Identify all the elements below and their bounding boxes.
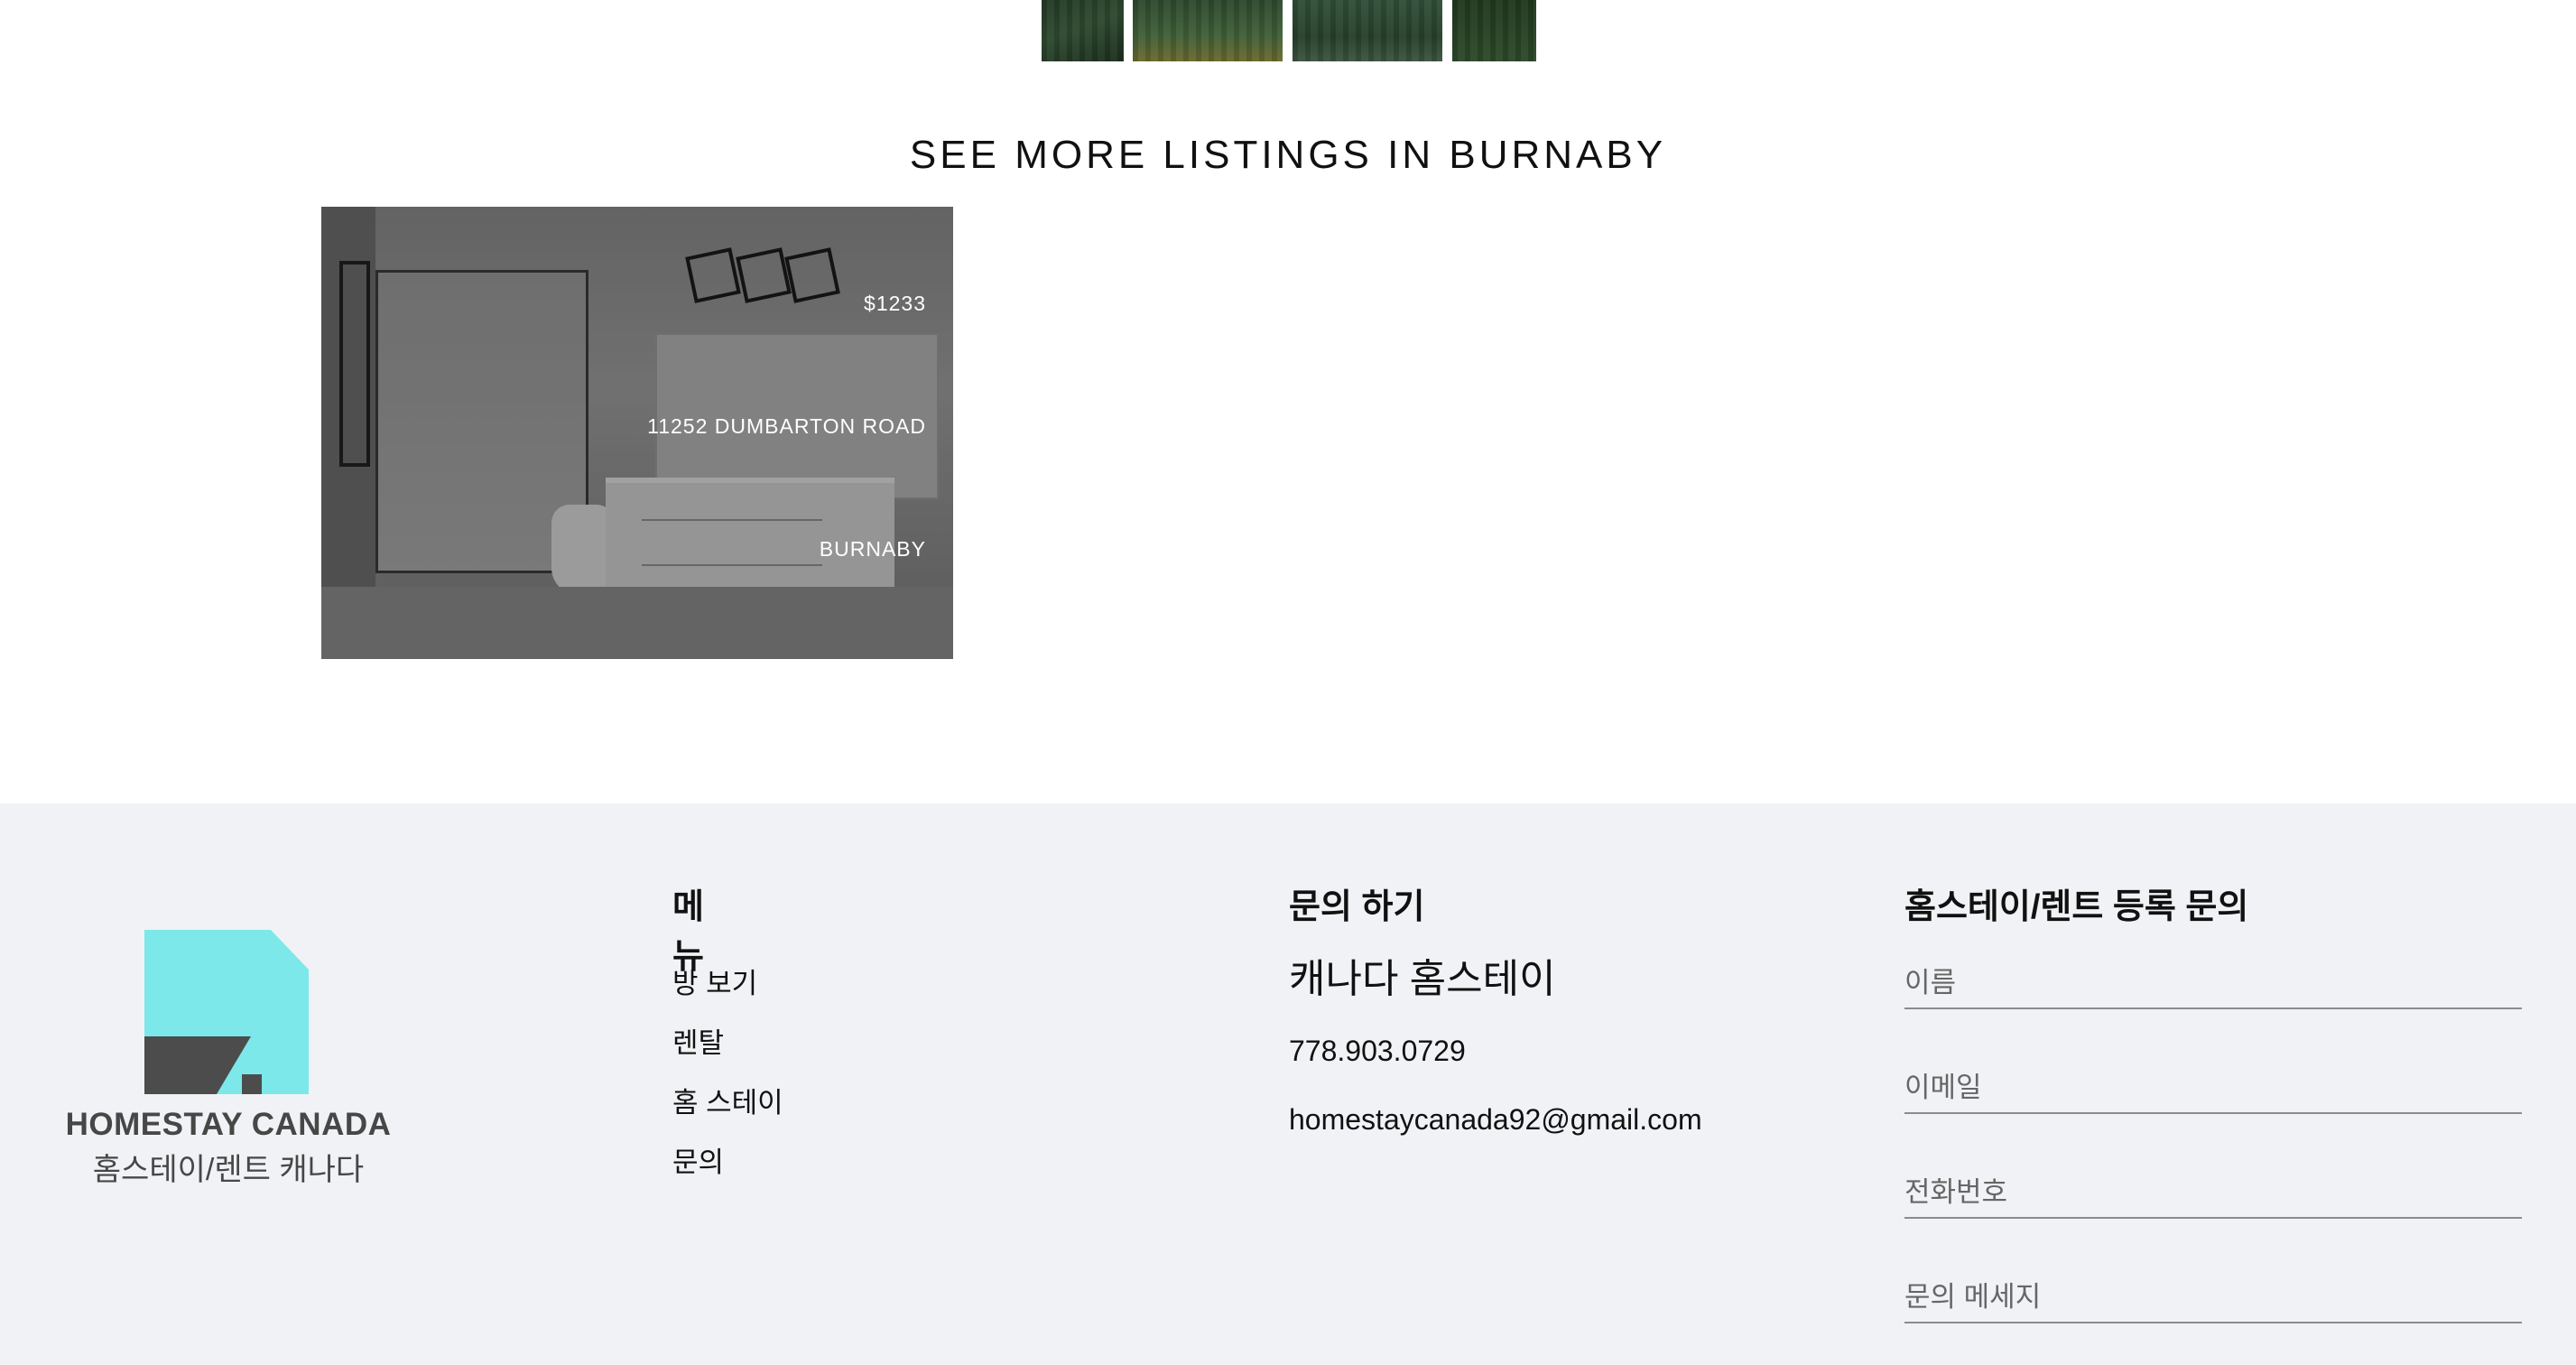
listing-city: BURNABY bbox=[819, 537, 926, 561]
logo-brand-text: HOMESTAY CANADA bbox=[65, 1107, 392, 1142]
see-more-listings-heading: SEE MORE LISTINGS IN BURNABY bbox=[909, 133, 1667, 177]
phone-input[interactable] bbox=[1904, 1168, 2522, 1217]
gallery-thumbnail[interactable] bbox=[1452, 0, 1536, 61]
email-input[interactable] bbox=[1904, 1063, 2522, 1112]
phone-field-wrapper bbox=[1904, 1168, 2522, 1219]
menu-item-homestay[interactable]: 홈 스테이 bbox=[672, 1080, 943, 1139]
form-title: 홈스테이/렌트 등록 문의 bbox=[1904, 888, 2249, 926]
gallery-thumbnail[interactable] bbox=[1042, 0, 1124, 61]
site-footer: HOMESTAY CANADA 홈스테이/렌트 캐나다 메뉴 방 보기 렌탈 홈… bbox=[0, 803, 2576, 1365]
menu-item-rental[interactable]: 렌탈 bbox=[672, 1020, 943, 1080]
email-field-wrapper bbox=[1904, 1063, 2522, 1114]
gallery-thumbnail[interactable] bbox=[1133, 0, 1283, 61]
contact-email[interactable]: homestaycanada92@gmail.com bbox=[1289, 1103, 1702, 1137]
listing-address: 11252 DUMBARTON ROAD bbox=[647, 414, 926, 438]
menu-item-inquiry[interactable]: 문의 bbox=[672, 1139, 943, 1199]
homestay-canada-logo[interactable]: HOMESTAY CANADA 홈스테이/렌트 캐나다 bbox=[63, 930, 394, 1189]
message-input[interactable] bbox=[1904, 1273, 2522, 1322]
listing-card[interactable]: $1233 11252 DUMBARTON ROAD BURNABY bbox=[321, 207, 953, 659]
contact-title: 문의 하기 bbox=[1289, 888, 1425, 926]
gallery-thumbnail[interactable] bbox=[1293, 0, 1442, 61]
message-field-wrapper bbox=[1904, 1273, 2522, 1323]
listing-price: $1233 bbox=[864, 292, 926, 315]
house-logo-icon bbox=[144, 930, 309, 1094]
name-input[interactable] bbox=[1904, 959, 2522, 1008]
menu-item-rooms[interactable]: 방 보기 bbox=[672, 961, 943, 1020]
logo-subtitle: 홈스테이/렌트 캐나다 bbox=[92, 1153, 365, 1187]
name-field-wrapper bbox=[1904, 959, 2522, 1009]
contact-phone[interactable]: 778.903.0729 bbox=[1289, 1035, 1466, 1068]
contact-org-name: 캐나다 홈스테이 bbox=[1289, 957, 1556, 1001]
